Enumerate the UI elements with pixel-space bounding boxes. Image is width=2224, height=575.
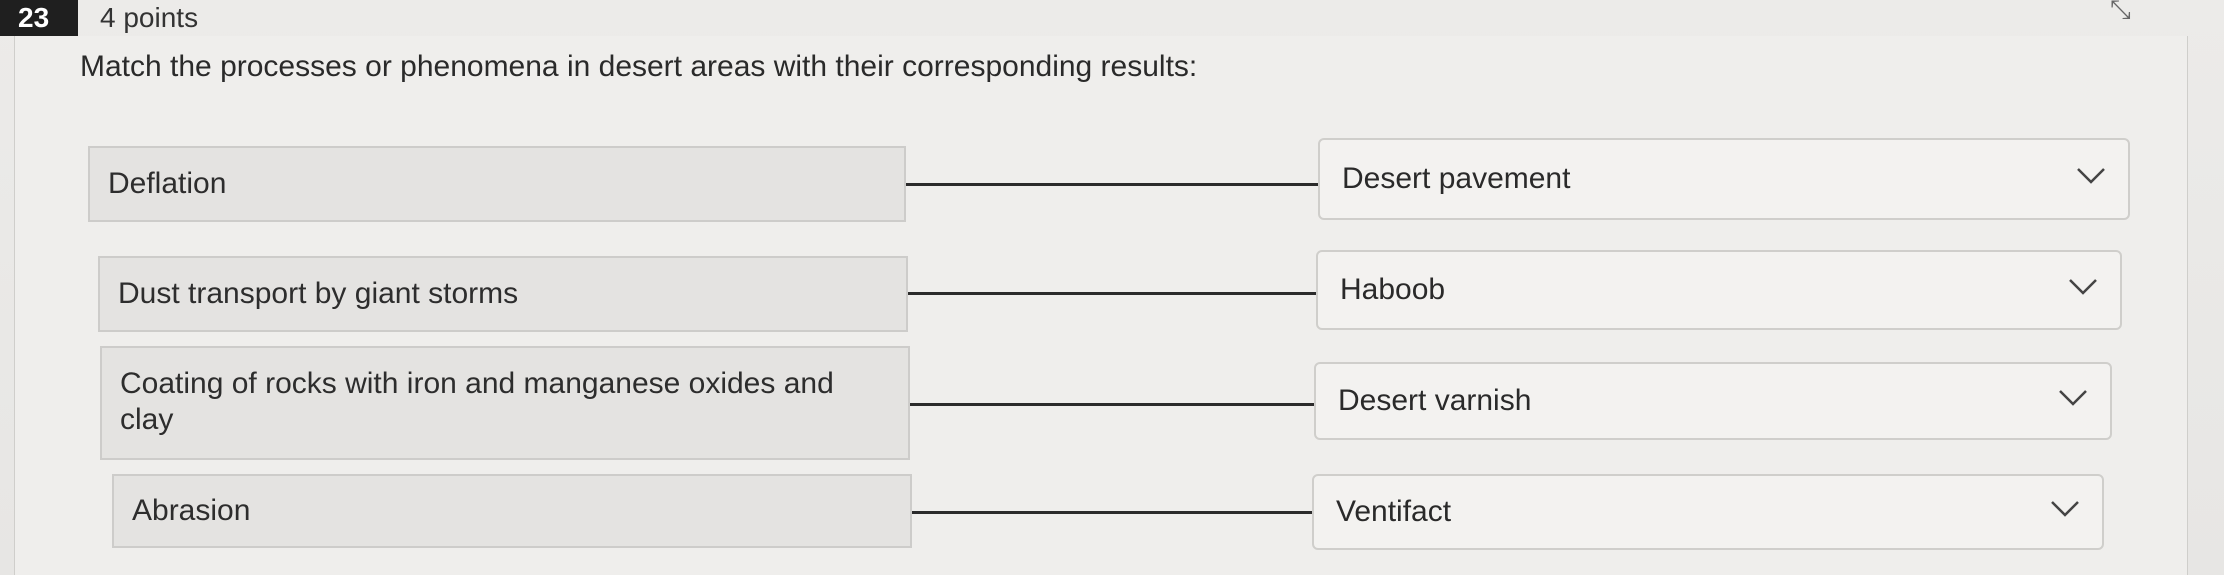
match-term-3: Coating of rocks with iron and manganese… [100,346,910,460]
match-connector-3 [910,403,1314,406]
match-select-4[interactable]: Ventifact [1312,474,2104,550]
chevron-down-icon [2051,501,2079,517]
match-select-4-value: Ventifact [1336,495,1452,528]
chevron-down-icon [2077,168,2105,184]
match-term-4: Abrasion [112,474,912,548]
match-select-2[interactable]: Haboob [1316,250,2122,330]
match-connector-4 [912,511,1312,514]
match-connector-1 [906,183,1318,186]
match-term-1: Deflation [88,146,906,222]
question-points: 4 points [100,2,199,33]
match-select-1[interactable]: Desert pavement [1318,138,2130,220]
match-select-3-value: Desert varnish [1338,384,1532,417]
question-number-badge: 23 [0,0,78,36]
chevron-down-icon [2059,390,2087,406]
match-select-3[interactable]: Desert varnish [1314,362,2112,440]
match-term-2: Dust transport by giant storms [98,256,908,332]
chevron-down-icon [2069,279,2097,295]
match-select-1-value: Desert pavement [1342,162,1571,195]
match-connector-2 [908,292,1316,295]
match-select-2-value: Haboob [1340,273,1446,306]
expand-icon[interactable]: ⤡ [2110,0,2131,26]
question-prompt: Match the processes or phenomena in dese… [80,50,1198,83]
question-page: 23 4 points ⤡ Match the processes or phe… [0,0,2224,575]
